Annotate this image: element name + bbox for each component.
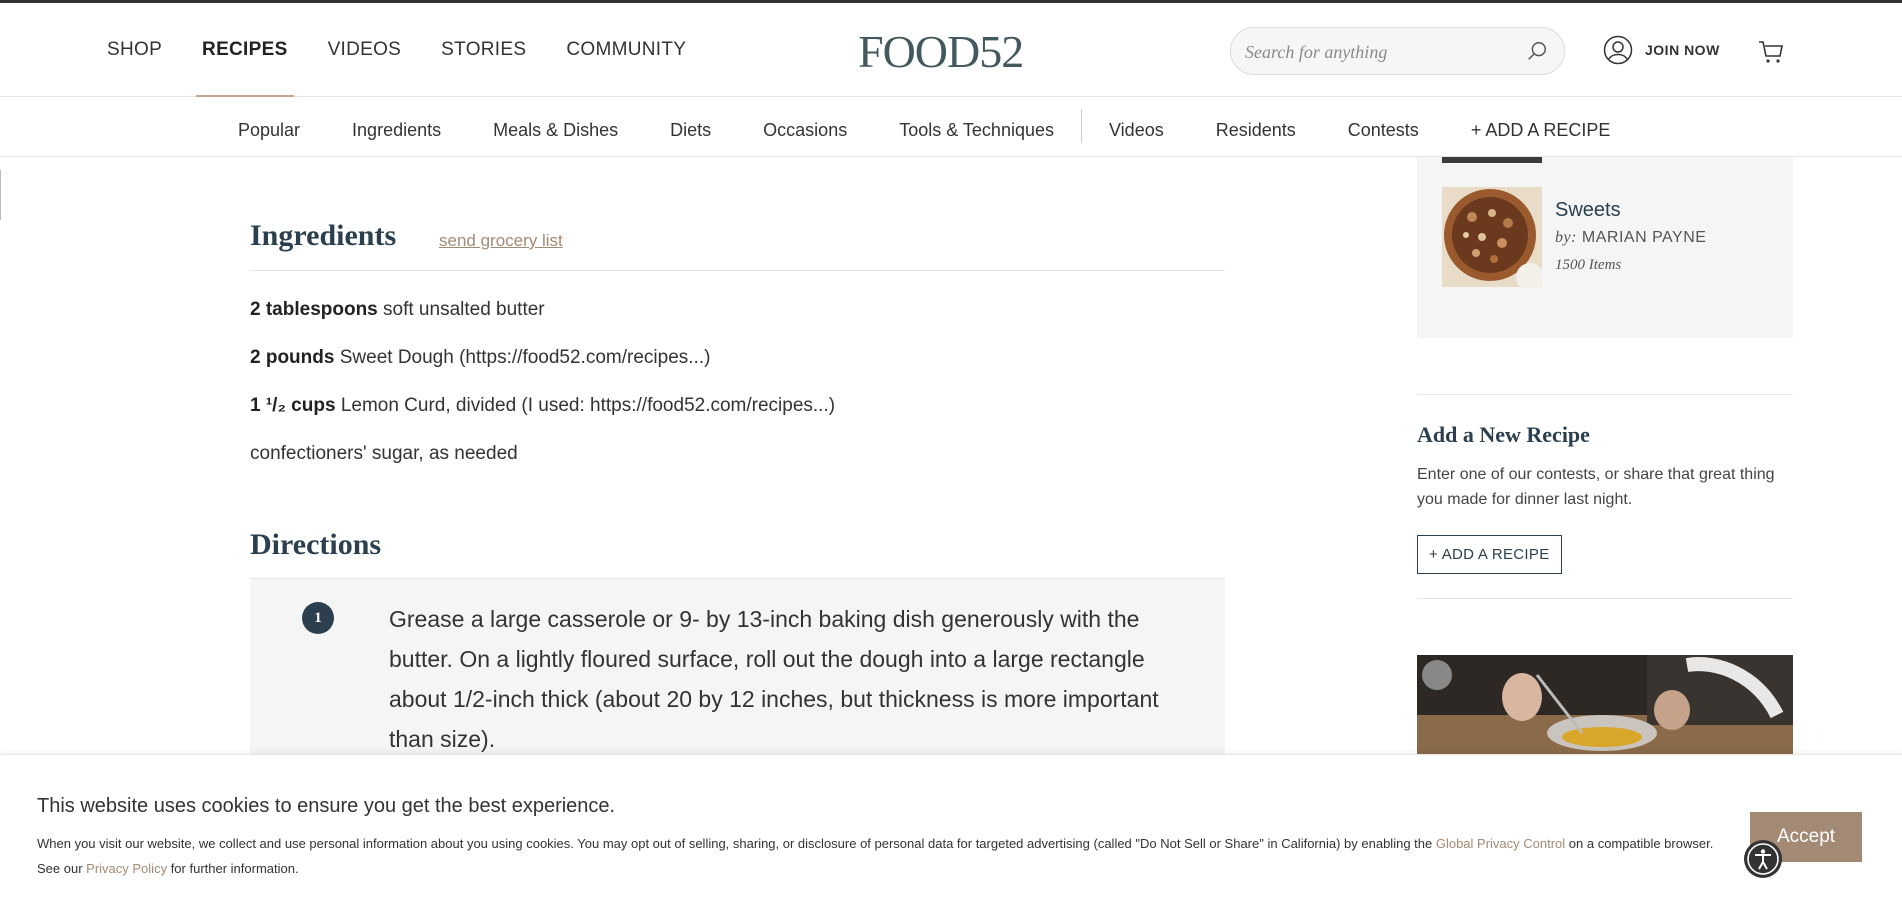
subnav-diets[interactable]: Diets — [670, 120, 711, 141]
subnav-contests[interactable]: Contests — [1348, 120, 1419, 141]
subnav-ingredients[interactable]: Ingredients — [352, 120, 441, 141]
accessibility-icon — [1747, 843, 1779, 875]
subnav-divider — [1081, 109, 1082, 143]
ingredient-amount: 1 ¹/₂ cups — [250, 395, 336, 416]
join-now-link[interactable]: JOIN NOW — [1603, 35, 1720, 65]
ingredients-header: Ingredients send grocery list — [250, 219, 1225, 271]
video-image-icon — [1417, 655, 1793, 755]
add-recipe-title: Add a New Recipe — [1417, 422, 1590, 447]
subnav-meals-dishes[interactable]: Meals & Dishes — [493, 120, 618, 141]
nav-stories[interactable]: STORIES — [441, 39, 526, 61]
user-icon — [1603, 35, 1633, 65]
cookie-text: When you visit our website, we collect a… — [37, 831, 1737, 881]
collection-thumbnail[interactable] — [1442, 187, 1542, 287]
left-edge-marker — [0, 170, 1, 220]
ingredient-item: 1 ¹/₂ cups Lemon Curd, divided (I used: … — [250, 393, 835, 441]
privacy-policy-link[interactable]: Privacy Policy — [86, 861, 167, 876]
ingredient-item: 2 pounds Sweet Dough (https://food52.com… — [250, 345, 835, 393]
search-box — [1230, 27, 1565, 75]
collection-byline: by: MARIAN PAYNE — [1555, 229, 1706, 247]
step-text: Grease a large casserole or 9- by 13-inc… — [389, 606, 1159, 752]
nav-shop[interactable]: SHOP — [107, 39, 162, 61]
collection-by-label: by: — [1555, 229, 1577, 246]
cookie-title: This website uses cookies to ensure you … — [37, 795, 616, 817]
ingredient-text: soft unsalted butter — [383, 299, 545, 320]
directions-title: Directions — [250, 528, 382, 561]
nav-videos[interactable]: VIDEOS — [328, 39, 402, 61]
ingredient-text: Sweet Dough (https://food52.com/recipes.… — [339, 347, 711, 368]
sweets-image-icon — [1442, 187, 1542, 287]
main-nav: SHOP RECIPES VIDEOS STORIES COMMUNITY — [107, 39, 726, 98]
collection-title[interactable]: Sweets — [1555, 199, 1621, 222]
sidebar-divider — [1417, 598, 1793, 599]
search-input[interactable] — [1245, 40, 1515, 64]
direction-step: 1 Grease a large casserole or 9- by 13-i… — [250, 578, 1225, 778]
ingredient-amount: 2 tablespoons — [250, 299, 378, 320]
cookie-banner: This website uses cookies to ensure you … — [0, 754, 1902, 913]
subnav-occasions[interactable]: Occasions — [763, 120, 847, 141]
ingredient-item: 2 tablespoons soft unsalted butter — [250, 297, 835, 345]
site-header: SHOP RECIPES VIDEOS STORIES COMMUNITY FO… — [0, 0, 1902, 98]
nav-community[interactable]: COMMUNITY — [566, 39, 686, 61]
search-icon[interactable] — [1526, 40, 1548, 62]
global-privacy-control-link[interactable]: Global Privacy Control — [1436, 836, 1565, 851]
subnav-add-recipe[interactable]: + ADD A RECIPE — [1471, 120, 1611, 141]
recipes-subnav: Popular Ingredients Meals & Dishes Diets… — [0, 97, 1902, 157]
site-logo[interactable]: FOOD52 — [858, 25, 1024, 78]
subnav-residents[interactable]: Residents — [1216, 120, 1296, 141]
add-recipe-button[interactable]: + ADD A RECIPE — [1417, 535, 1562, 574]
previous-collection-thumbnail[interactable] — [1442, 157, 1542, 163]
ingredients-list: 2 tablespoons soft unsalted butter 2 pou… — [250, 297, 835, 489]
subnav-videos[interactable]: Videos — [1109, 120, 1164, 141]
ingredient-amount: 2 pounds — [250, 347, 335, 368]
add-recipe-description: Enter one of our contests, or share that… — [1417, 466, 1775, 508]
collection-card[interactable]: Sweets by: MARIAN PAYNE 1500 Items — [1417, 157, 1793, 338]
step-number-badge: 1 — [302, 602, 334, 634]
nav-recipes[interactable]: RECIPES — [196, 39, 294, 98]
subnav-tools-techniques[interactable]: Tools & Techniques — [899, 120, 1054, 141]
ingredient-text: confectioners' sugar, as needed — [250, 443, 518, 464]
ingredients-title: Ingredients — [250, 219, 397, 252]
ingredient-text: Lemon Curd, divided (I used: https://foo… — [340, 395, 836, 416]
cookie-text-end: for further information. — [167, 861, 299, 876]
join-now-label: JOIN NOW — [1645, 42, 1720, 58]
subnav-popular[interactable]: Popular — [238, 120, 300, 141]
ingredient-item: confectioners' sugar, as needed — [250, 441, 835, 489]
collection-author[interactable]: MARIAN PAYNE — [1582, 229, 1707, 246]
collection-count: 1500 Items — [1555, 257, 1622, 273]
cookie-text-intro: When you visit our website, we collect a… — [37, 836, 1436, 851]
sidebar-divider — [1417, 394, 1793, 395]
send-grocery-list-link[interactable]: send grocery list — [439, 231, 563, 251]
video-thumbnail[interactable] — [1417, 655, 1793, 755]
accessibility-button[interactable] — [1744, 840, 1782, 878]
cart-icon[interactable] — [1758, 39, 1784, 65]
